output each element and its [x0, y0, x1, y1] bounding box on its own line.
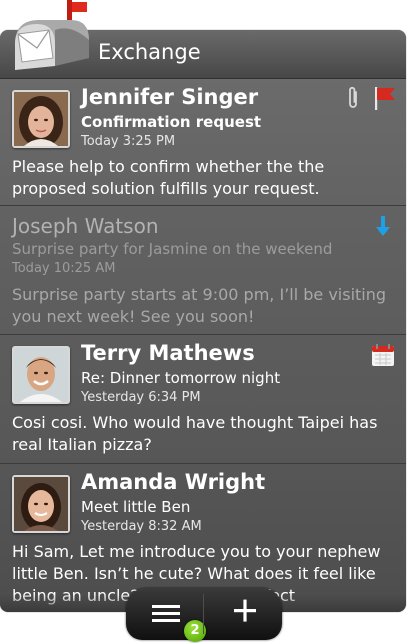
message-time: Yesterday 8:32 AM [81, 519, 202, 534]
message-preview: Please help to confirm whether the the p… [12, 157, 325, 198]
message-time: Today 3:25 PM [81, 134, 176, 149]
calendar-icon [372, 344, 394, 366]
paperclip-icon [349, 86, 357, 108]
message-item[interactable]: Joseph Watson Surprise party for Jasmine… [0, 206, 406, 335]
sender-name: Terry Mathews [81, 341, 255, 365]
sender-name: Amanda Wright [81, 470, 266, 494]
message-subject: Re: Dinner tomorrow night [81, 369, 281, 387]
exchange-widget: Exchange Jennifer Singer Confirmation re… [0, 30, 406, 612]
red-flag-icon [375, 87, 395, 110]
message-time: Today 10:25 AM [12, 261, 116, 276]
account-title: Exchange [98, 40, 201, 64]
message-time: Yesterday 6:34 PM [81, 390, 201, 405]
avatar [12, 346, 70, 404]
avatar [12, 475, 70, 533]
message-preview: Cosi cosi. Who would have thought Taipei… [12, 413, 378, 454]
message-subject: Surprise party for Jasmine on the weeken… [12, 240, 333, 258]
avatar [12, 90, 70, 148]
sender-name: Jennifer Singer [81, 85, 259, 109]
plus-icon [234, 599, 256, 622]
compose-button[interactable] [220, 596, 270, 636]
mailbox-list-button[interactable]: 2 [140, 596, 206, 642]
sender-name: Joseph Watson [12, 214, 159, 238]
message-subject: Meet little Ben [81, 498, 191, 516]
bar-divider [203, 594, 204, 634]
bottom-action-bar: 2 [126, 588, 282, 642]
message-item[interactable]: Terry Mathews Re: Dinner tomorrow night … [0, 335, 406, 464]
mailbox-icon [15, 0, 89, 70]
message-preview: Surprise party starts at 9:00 pm, I’ll b… [12, 285, 387, 326]
message-list[interactable]: Jennifer Singer Confirmation request Tod… [0, 79, 406, 612]
message-item[interactable]: Jennifer Singer Confirmation request Tod… [0, 79, 406, 206]
down-arrow-icon [376, 216, 390, 236]
message-subject: Confirmation request [81, 113, 262, 131]
